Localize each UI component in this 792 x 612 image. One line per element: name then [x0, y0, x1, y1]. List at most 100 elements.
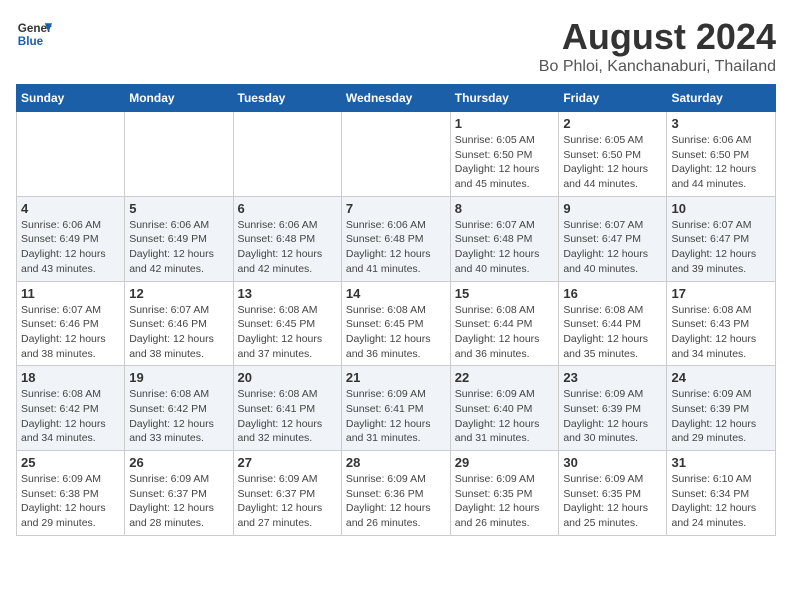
day-number: 12 [129, 286, 228, 301]
calendar-cell: 5 Sunrise: 6:06 AM Sunset: 6:49 PM Daylig… [125, 196, 233, 281]
day-number: 3 [671, 116, 771, 131]
day-detail: Sunrise: 6:10 AM Sunset: 6:34 PM Dayligh… [671, 472, 771, 531]
day-number: 25 [21, 455, 120, 470]
calendar-cell: 23 Sunrise: 6:09 AM Sunset: 6:39 PM Dayli… [559, 366, 667, 451]
calendar-cell: 16 Sunrise: 6:08 AM Sunset: 6:44 PM Dayli… [559, 281, 667, 366]
week-row-1: 1 Sunrise: 6:05 AM Sunset: 6:50 PM Daylig… [17, 112, 776, 197]
day-detail: Sunrise: 6:09 AM Sunset: 6:37 PM Dayligh… [238, 472, 337, 531]
day-detail: Sunrise: 6:08 AM Sunset: 6:42 PM Dayligh… [129, 387, 228, 446]
calendar-cell: 8 Sunrise: 6:07 AM Sunset: 6:48 PM Daylig… [450, 196, 559, 281]
day-detail: Sunrise: 6:07 AM Sunset: 6:46 PM Dayligh… [129, 303, 228, 362]
day-number: 28 [346, 455, 446, 470]
day-detail: Sunrise: 6:06 AM Sunset: 6:49 PM Dayligh… [21, 218, 120, 277]
calendar-table: SundayMondayTuesdayWednesdayThursdayFrid… [16, 84, 776, 536]
day-number: 17 [671, 286, 771, 301]
week-row-2: 4 Sunrise: 6:06 AM Sunset: 6:49 PM Daylig… [17, 196, 776, 281]
day-detail: Sunrise: 6:09 AM Sunset: 6:39 PM Dayligh… [563, 387, 662, 446]
day-number: 5 [129, 201, 228, 216]
calendar-cell: 22 Sunrise: 6:09 AM Sunset: 6:40 PM Dayli… [450, 366, 559, 451]
calendar-cell: 14 Sunrise: 6:08 AM Sunset: 6:45 PM Dayli… [341, 281, 450, 366]
weekday-header-friday: Friday [559, 85, 667, 112]
calendar-cell [17, 112, 125, 197]
calendar-cell: 2Sunrise: 6:05 AM Sunset: 6:50 PM Daylig… [559, 112, 667, 197]
calendar-cell: 18 Sunrise: 6:08 AM Sunset: 6:42 PM Dayli… [17, 366, 125, 451]
calendar-cell: 12 Sunrise: 6:07 AM Sunset: 6:46 PM Dayli… [125, 281, 233, 366]
calendar-cell: 3 Sunrise: 6:06 AM Sunset: 6:50 PM Daylig… [667, 112, 776, 197]
day-number: 13 [238, 286, 337, 301]
calendar-cell: 7Sunrise: 6:06 AM Sunset: 6:48 PM Daylig… [341, 196, 450, 281]
week-row-5: 25 Sunrise: 6:09 AM Sunset: 6:38 PM Dayli… [17, 451, 776, 536]
main-title: August 2024 [539, 16, 776, 58]
day-detail: Sunrise: 6:08 AM Sunset: 6:44 PM Dayligh… [455, 303, 555, 362]
day-number: 23 [563, 370, 662, 385]
weekday-header-wednesday: Wednesday [341, 85, 450, 112]
day-detail: Sunrise: 6:06 AM Sunset: 6:49 PM Dayligh… [129, 218, 228, 277]
day-detail: Sunrise: 6:07 AM Sunset: 6:47 PM Dayligh… [671, 218, 771, 277]
week-row-3: 11 Sunrise: 6:07 AM Sunset: 6:46 PM Dayli… [17, 281, 776, 366]
calendar-cell: 4 Sunrise: 6:06 AM Sunset: 6:49 PM Daylig… [17, 196, 125, 281]
day-number: 15 [455, 286, 555, 301]
calendar-cell: 13 Sunrise: 6:08 AM Sunset: 6:45 PM Dayli… [233, 281, 341, 366]
week-row-4: 18 Sunrise: 6:08 AM Sunset: 6:42 PM Dayli… [17, 366, 776, 451]
calendar-cell: 11Sunrise: 6:07 AM Sunset: 6:46 PM Dayli… [17, 281, 125, 366]
day-number: 16 [563, 286, 662, 301]
day-number: 1 [455, 116, 555, 131]
page-header: General Blue August 2024 Bo Phloi, Kanch… [16, 16, 776, 76]
day-detail: Sunrise: 6:09 AM Sunset: 6:41 PM Dayligh… [346, 387, 446, 446]
day-number: 24 [671, 370, 771, 385]
calendar-cell: 31 Sunrise: 6:10 AM Sunset: 6:34 PM Dayli… [667, 451, 776, 536]
calendar-cell: 9 Sunrise: 6:07 AM Sunset: 6:47 PM Daylig… [559, 196, 667, 281]
day-number: 7 [346, 201, 446, 216]
day-detail: Sunrise: 6:06 AM Sunset: 6:50 PM Dayligh… [671, 133, 771, 192]
day-detail: Sunrise: 6:08 AM Sunset: 6:43 PM Dayligh… [671, 303, 771, 362]
calendar-cell: 6Sunrise: 6:06 AM Sunset: 6:48 PM Daylig… [233, 196, 341, 281]
day-number: 22 [455, 370, 555, 385]
day-number: 18 [21, 370, 120, 385]
day-detail: Sunrise: 6:06 AM Sunset: 6:48 PM Dayligh… [238, 218, 337, 277]
day-number: 30 [563, 455, 662, 470]
calendar-cell: 10Sunrise: 6:07 AM Sunset: 6:47 PM Dayli… [667, 196, 776, 281]
day-number: 4 [21, 201, 120, 216]
weekday-header-row: SundayMondayTuesdayWednesdayThursdayFrid… [17, 85, 776, 112]
day-number: 27 [238, 455, 337, 470]
calendar-cell [233, 112, 341, 197]
day-number: 9 [563, 201, 662, 216]
weekday-header-monday: Monday [125, 85, 233, 112]
day-number: 26 [129, 455, 228, 470]
day-number: 20 [238, 370, 337, 385]
day-detail: Sunrise: 6:09 AM Sunset: 6:35 PM Dayligh… [563, 472, 662, 531]
day-detail: Sunrise: 6:08 AM Sunset: 6:44 PM Dayligh… [563, 303, 662, 362]
calendar-cell: 25 Sunrise: 6:09 AM Sunset: 6:38 PM Dayli… [17, 451, 125, 536]
calendar-cell: 1 Sunrise: 6:05 AM Sunset: 6:50 PM Daylig… [450, 112, 559, 197]
day-detail: Sunrise: 6:08 AM Sunset: 6:45 PM Dayligh… [238, 303, 337, 362]
calendar-cell: 20 Sunrise: 6:08 AM Sunset: 6:41 PM Dayli… [233, 366, 341, 451]
day-detail: Sunrise: 6:05 AM Sunset: 6:50 PM Dayligh… [455, 133, 555, 192]
title-block: August 2024 Bo Phloi, Kanchanaburi, Thai… [539, 16, 776, 76]
day-detail: Sunrise: 6:08 AM Sunset: 6:42 PM Dayligh… [21, 387, 120, 446]
day-detail: Sunrise: 6:09 AM Sunset: 6:39 PM Dayligh… [671, 387, 771, 446]
day-detail: Sunrise: 6:09 AM Sunset: 6:36 PM Dayligh… [346, 472, 446, 531]
day-detail: Sunrise: 6:07 AM Sunset: 6:47 PM Dayligh… [563, 218, 662, 277]
calendar-cell: 15 Sunrise: 6:08 AM Sunset: 6:44 PM Dayli… [450, 281, 559, 366]
weekday-header-sunday: Sunday [17, 85, 125, 112]
calendar-cell: 21Sunrise: 6:09 AM Sunset: 6:41 PM Dayli… [341, 366, 450, 451]
day-number: 14 [346, 286, 446, 301]
logo-icon: General Blue [16, 16, 52, 52]
day-detail: Sunrise: 6:09 AM Sunset: 6:38 PM Dayligh… [21, 472, 120, 531]
calendar-cell: 29 Sunrise: 6:09 AM Sunset: 6:35 PM Dayli… [450, 451, 559, 536]
calendar-cell: 27 Sunrise: 6:09 AM Sunset: 6:37 PM Dayli… [233, 451, 341, 536]
day-detail: Sunrise: 6:07 AM Sunset: 6:48 PM Dayligh… [455, 218, 555, 277]
day-number: 31 [671, 455, 771, 470]
calendar-cell: 28 Sunrise: 6:09 AM Sunset: 6:36 PM Dayli… [341, 451, 450, 536]
day-detail: Sunrise: 6:09 AM Sunset: 6:37 PM Dayligh… [129, 472, 228, 531]
day-detail: Sunrise: 6:09 AM Sunset: 6:35 PM Dayligh… [455, 472, 555, 531]
weekday-header-saturday: Saturday [667, 85, 776, 112]
day-detail: Sunrise: 6:08 AM Sunset: 6:45 PM Dayligh… [346, 303, 446, 362]
day-number: 11 [21, 286, 120, 301]
day-number: 8 [455, 201, 555, 216]
day-number: 19 [129, 370, 228, 385]
day-detail: Sunrise: 6:09 AM Sunset: 6:40 PM Dayligh… [455, 387, 555, 446]
day-number: 29 [455, 455, 555, 470]
day-detail: Sunrise: 6:05 AM Sunset: 6:50 PM Dayligh… [563, 133, 662, 192]
day-detail: Sunrise: 6:08 AM Sunset: 6:41 PM Dayligh… [238, 387, 337, 446]
